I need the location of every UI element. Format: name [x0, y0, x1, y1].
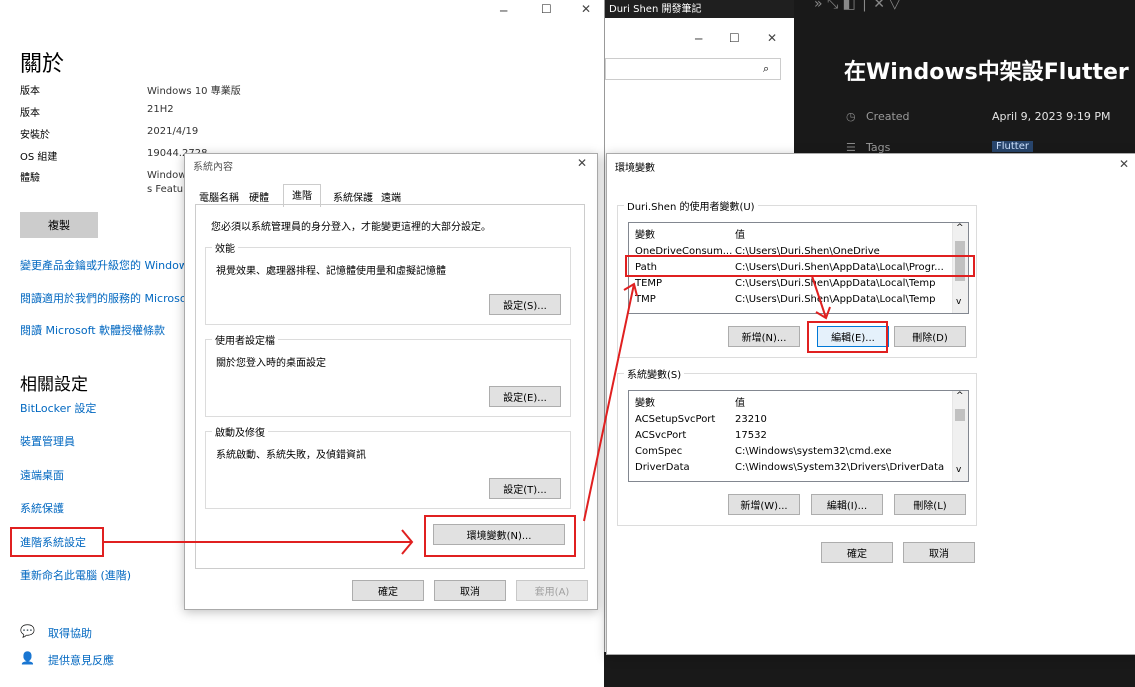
- annotation-arrows: [104, 275, 831, 555]
- arrow-path-to-edit: [811, 275, 827, 319]
- arrowhead: [623, 282, 638, 297]
- arrow-env-to-path: [583, 283, 635, 522]
